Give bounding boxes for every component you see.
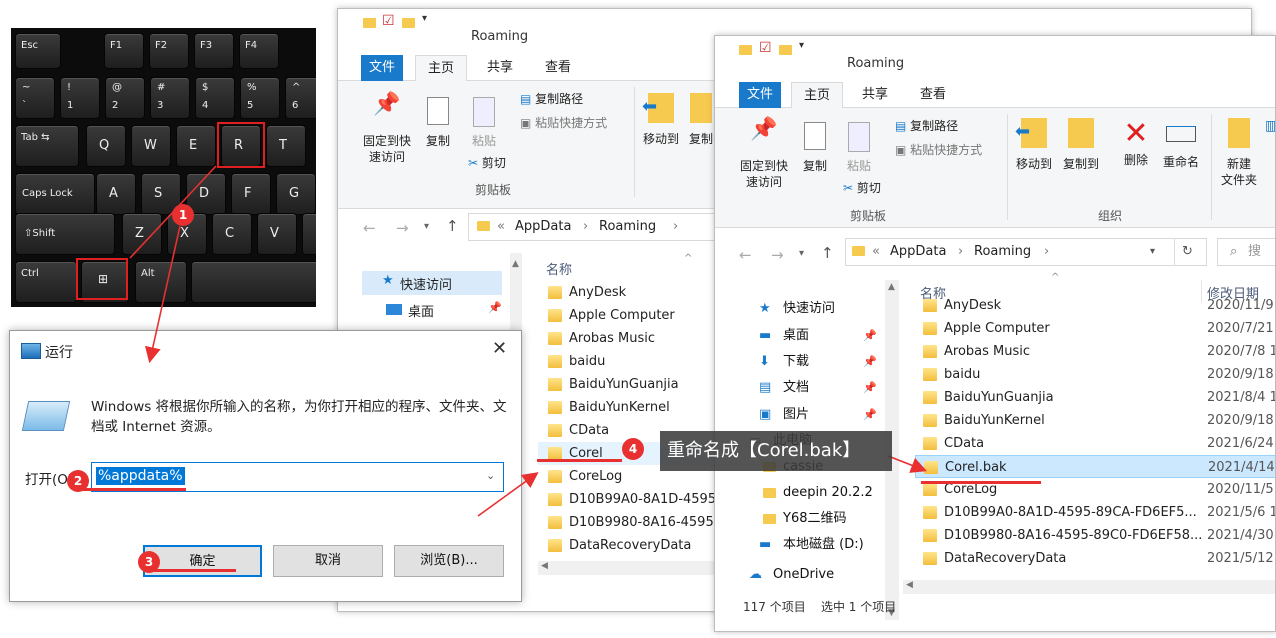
step-1-badge: 1 [172,204,194,226]
underline-corel [537,459,622,462]
arrow-to-renamed-folder [887,455,927,473]
underline-ok [150,569,236,572]
rename-tooltip: 重命名成【Corel.bak】 [660,431,892,471]
underline-corel-bak [921,481,1041,484]
step-4-badge: 4 [622,438,644,460]
annotation-arrows [129,165,927,517]
underline-appdata [80,488,186,491]
arrow-to-run-dialog [144,225,181,364]
arrow-to-explorer [477,472,539,517]
